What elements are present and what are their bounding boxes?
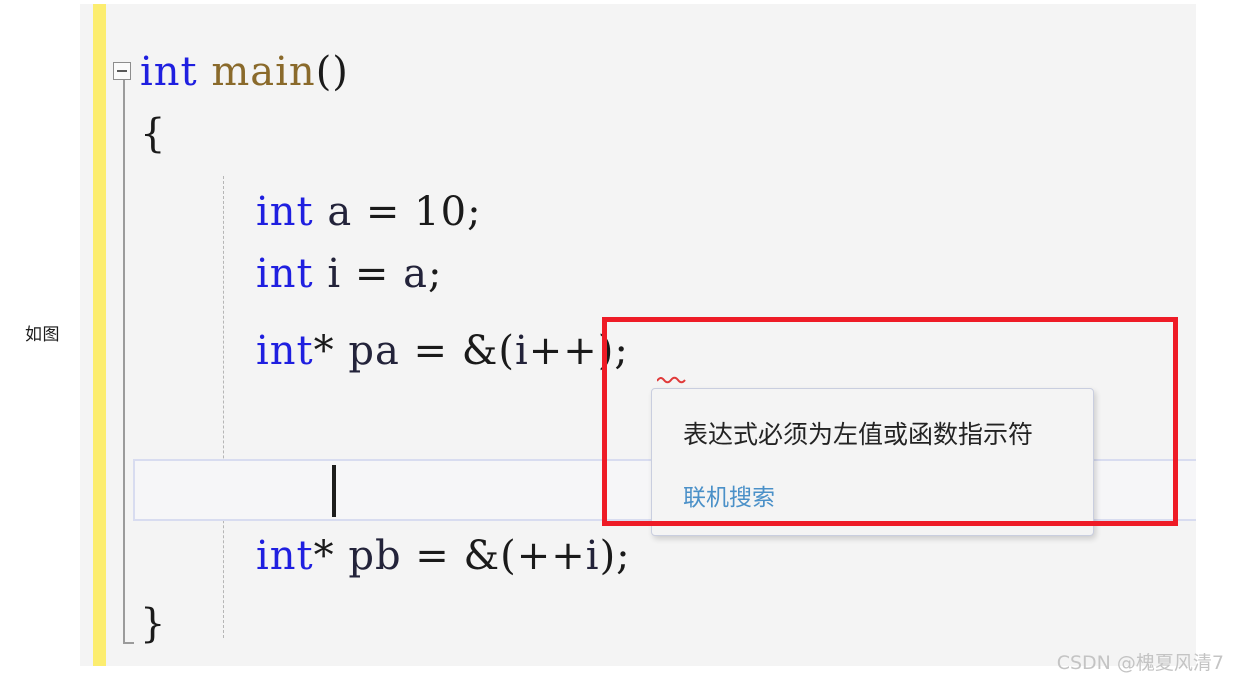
code-token: ; (467, 189, 482, 235)
code-line-4[interactable]: int i = a; (256, 254, 442, 294)
code-token: () (315, 49, 349, 95)
code-token: } (140, 601, 167, 647)
code-token: 10 (414, 189, 468, 235)
change-tracking-bar (93, 4, 106, 666)
csdn-watermark: CSDN @槐夏风清7 (1056, 652, 1224, 674)
error-squiggle-icon (657, 376, 686, 384)
code-line-8[interactable]: } (140, 604, 166, 644)
left-margin-note: 如图 (25, 325, 60, 345)
code-token: i (514, 328, 529, 374)
code-token: int (140, 49, 198, 95)
code-token: pa (348, 328, 400, 374)
code-token: int (256, 189, 314, 235)
code-token: pb (348, 533, 402, 579)
scope-guide-foot (123, 642, 134, 644)
indent-guide-line (223, 176, 224, 638)
code-token: a (403, 251, 428, 297)
code-line-5[interactable]: int* pa = &(i++); (256, 331, 629, 371)
minus-glyph (117, 70, 127, 72)
online-search-link[interactable]: 联机搜索 (683, 478, 775, 512)
code-token: = &( (399, 328, 515, 374)
code-token: ); (599, 533, 631, 579)
code-token: ++); (528, 328, 629, 374)
code-token: * (313, 328, 349, 374)
scope-guide-line (123, 62, 125, 644)
code-token: i (585, 533, 600, 579)
outlining-collapse-icon[interactable] (113, 62, 131, 80)
code-token: int (256, 251, 314, 297)
code-line-7[interactable]: int* pb = &(++i); (256, 536, 631, 576)
code-token: = (352, 189, 415, 235)
code-editor-surface[interactable]: int main(){int a = 10; int i = a; int* pa … (80, 4, 1196, 666)
code-token: = &(++ (401, 533, 586, 579)
code-token: a (327, 189, 353, 235)
text-caret (332, 465, 336, 517)
error-tooltip[interactable]: 表达式必须为左值或函数指示符 联机搜索 (651, 388, 1094, 536)
code-token: int (256, 533, 314, 579)
code-line-3[interactable]: int a = 10; (256, 192, 482, 232)
code-token: ; (427, 251, 443, 297)
code-token: int (256, 328, 314, 374)
code-token: * (313, 533, 349, 579)
code-line-1[interactable]: int main() (140, 52, 349, 92)
tooltip-message-text: 表达式必须为左值或函数指示符 (683, 420, 1034, 449)
code-token: main (211, 49, 316, 95)
code-token: i (327, 251, 342, 297)
code-token: { (140, 111, 167, 157)
code-line-2[interactable]: { (140, 114, 166, 154)
code-token: = (341, 251, 404, 297)
